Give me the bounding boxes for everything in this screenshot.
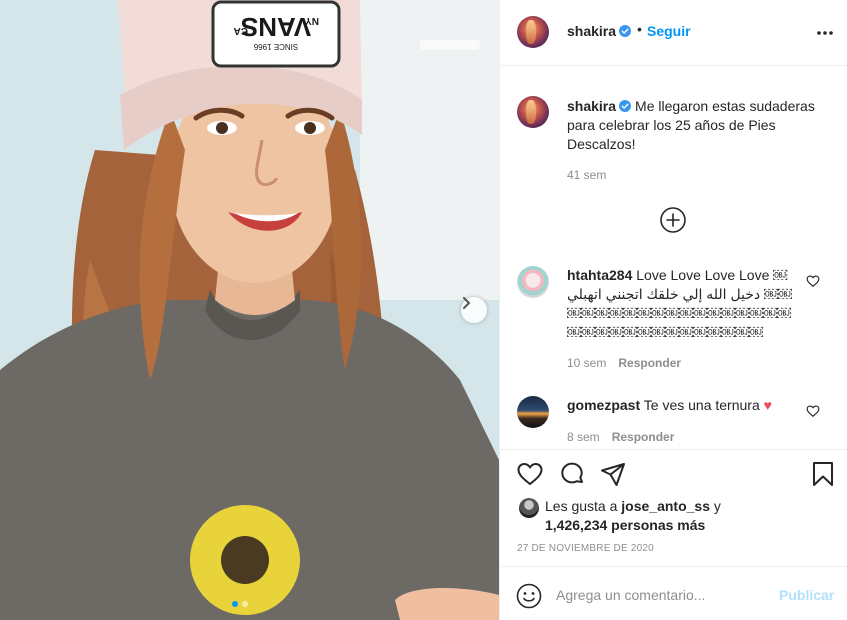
caption-avatar[interactable] [517, 96, 549, 128]
likes-summary: Les gusta a jose_anto_ss y 1,426,234 per… [545, 497, 835, 535]
reply-button[interactable]: Responder [612, 430, 675, 444]
carousel-indicator [232, 601, 248, 607]
comment-input[interactable] [556, 584, 766, 606]
publish-button[interactable]: Publicar [779, 587, 834, 603]
likes-conjunction: y [710, 498, 721, 514]
liker-avatar[interactable] [519, 498, 539, 518]
post-photo[interactable]: VANS CA NY SINCE 1966 [0, 0, 499, 620]
liker-username[interactable]: jose_anto_ss [621, 498, 710, 514]
more-options-icon[interactable] [815, 23, 835, 43]
carousel-dot [232, 601, 238, 607]
follow-button[interactable]: Seguir [647, 23, 691, 39]
likes-prefix: Les gusta a [545, 498, 622, 514]
commenter-avatar[interactable] [517, 266, 549, 298]
hat-left-text: CA [234, 25, 248, 36]
comment-item: gomezpast Te ves una ternura ♥ [567, 396, 799, 415]
follow-separator: • [637, 21, 642, 37]
verified-badge-icon [619, 100, 632, 112]
load-more-comments-icon[interactable] [659, 206, 687, 234]
comment-bubble-icon[interactable] [558, 460, 586, 488]
caption-username[interactable]: shakira [567, 98, 616, 114]
hat-right-text: NY [305, 15, 319, 26]
hat-since-text: SINCE 1966 [253, 42, 298, 51]
chevron-right-icon [463, 297, 471, 309]
share-paper-plane-icon[interactable] [599, 460, 627, 488]
red-heart-emoji: ♥ [763, 397, 772, 413]
emoji-smiley-icon[interactable] [516, 583, 542, 609]
actions-divider [500, 449, 847, 450]
carousel-dot [242, 601, 248, 607]
verified-badge-icon [619, 25, 631, 37]
likes-count[interactable]: 1,426,234 personas más [545, 517, 705, 533]
photo-illustration: VANS CA NY SINCE 1966 [0, 0, 499, 620]
comment-text: Te ves una ternura [643, 397, 760, 413]
comment-time[interactable]: 8 sem [567, 430, 600, 444]
commenter-avatar[interactable] [517, 396, 549, 428]
post-header: shakira • Seguir [500, 0, 847, 66]
comment-meta: 10 sem Responder [567, 356, 681, 370]
comment-time[interactable]: 10 sem [567, 356, 606, 370]
comment-username[interactable]: gomezpast [567, 397, 640, 413]
post-caption: shakira Me llegaron estas sudaderas para… [567, 97, 829, 154]
comment-username[interactable]: htahta284 [567, 267, 632, 283]
author-avatar[interactable] [517, 16, 549, 48]
like-heart-icon[interactable] [516, 460, 544, 488]
comment-like-heart-icon[interactable] [806, 274, 820, 288]
comment-composer: Publicar [500, 566, 847, 620]
post-details-panel: shakira • Seguir shakira Me llegaron est… [499, 0, 847, 620]
comment-like-heart-icon[interactable] [806, 404, 820, 418]
carousel-next-button[interactable] [461, 297, 487, 323]
comment-meta: 8 sem Responder [567, 430, 674, 444]
caption-timestamp[interactable]: 41 sem [567, 168, 606, 182]
comment-item: htahta284 Love Love Love Love ￼ دخيل الل… [567, 266, 799, 342]
post-date[interactable]: 27 DE NOVIEMBRE DE 2020 [517, 543, 654, 554]
reply-button[interactable]: Responder [618, 356, 681, 370]
author-username[interactable]: shakira [567, 23, 616, 39]
save-bookmark-icon[interactable] [809, 460, 837, 488]
hat-brand-text: VANS [241, 12, 311, 42]
